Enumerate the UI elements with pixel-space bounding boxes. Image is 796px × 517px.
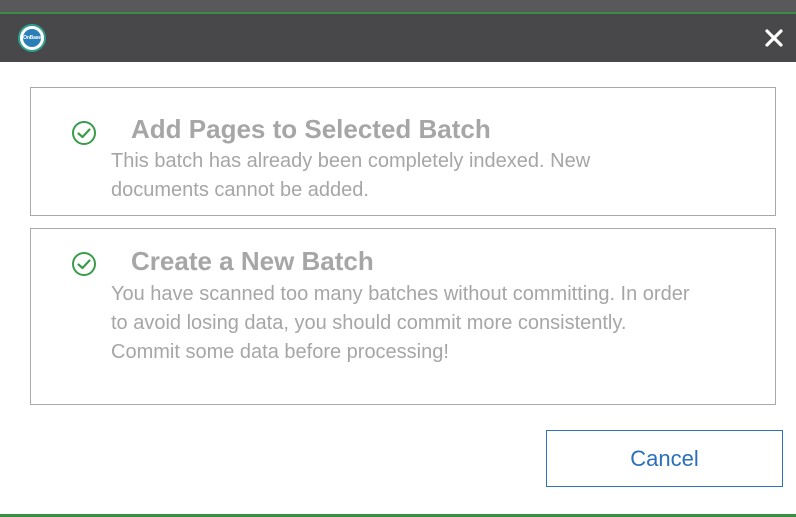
- app-logo-text: OnBase: [23, 29, 41, 47]
- dialog-window: OnBase Add Pages to Selected Batch This …: [0, 0, 796, 517]
- close-icon: [765, 29, 783, 47]
- option-description: You have scanned too many batches withou…: [111, 283, 690, 363]
- cancel-button[interactable]: Cancel: [546, 430, 783, 487]
- option-title: Create a New Batch: [131, 246, 374, 276]
- option-description: This batch has already been completely i…: [111, 150, 591, 201]
- option-add-pages[interactable]: Add Pages to Selected Batch This batch h…: [30, 87, 776, 216]
- close-button[interactable]: [758, 22, 790, 54]
- check-circle-icon: [72, 252, 96, 276]
- option-create-batch[interactable]: Create a New Batch You have scanned too …: [30, 228, 776, 405]
- check-circle-icon: [72, 121, 96, 145]
- title-bar: OnBase: [0, 14, 796, 62]
- app-logo-icon: OnBase: [18, 24, 46, 52]
- option-title: Add Pages to Selected Batch: [131, 114, 491, 144]
